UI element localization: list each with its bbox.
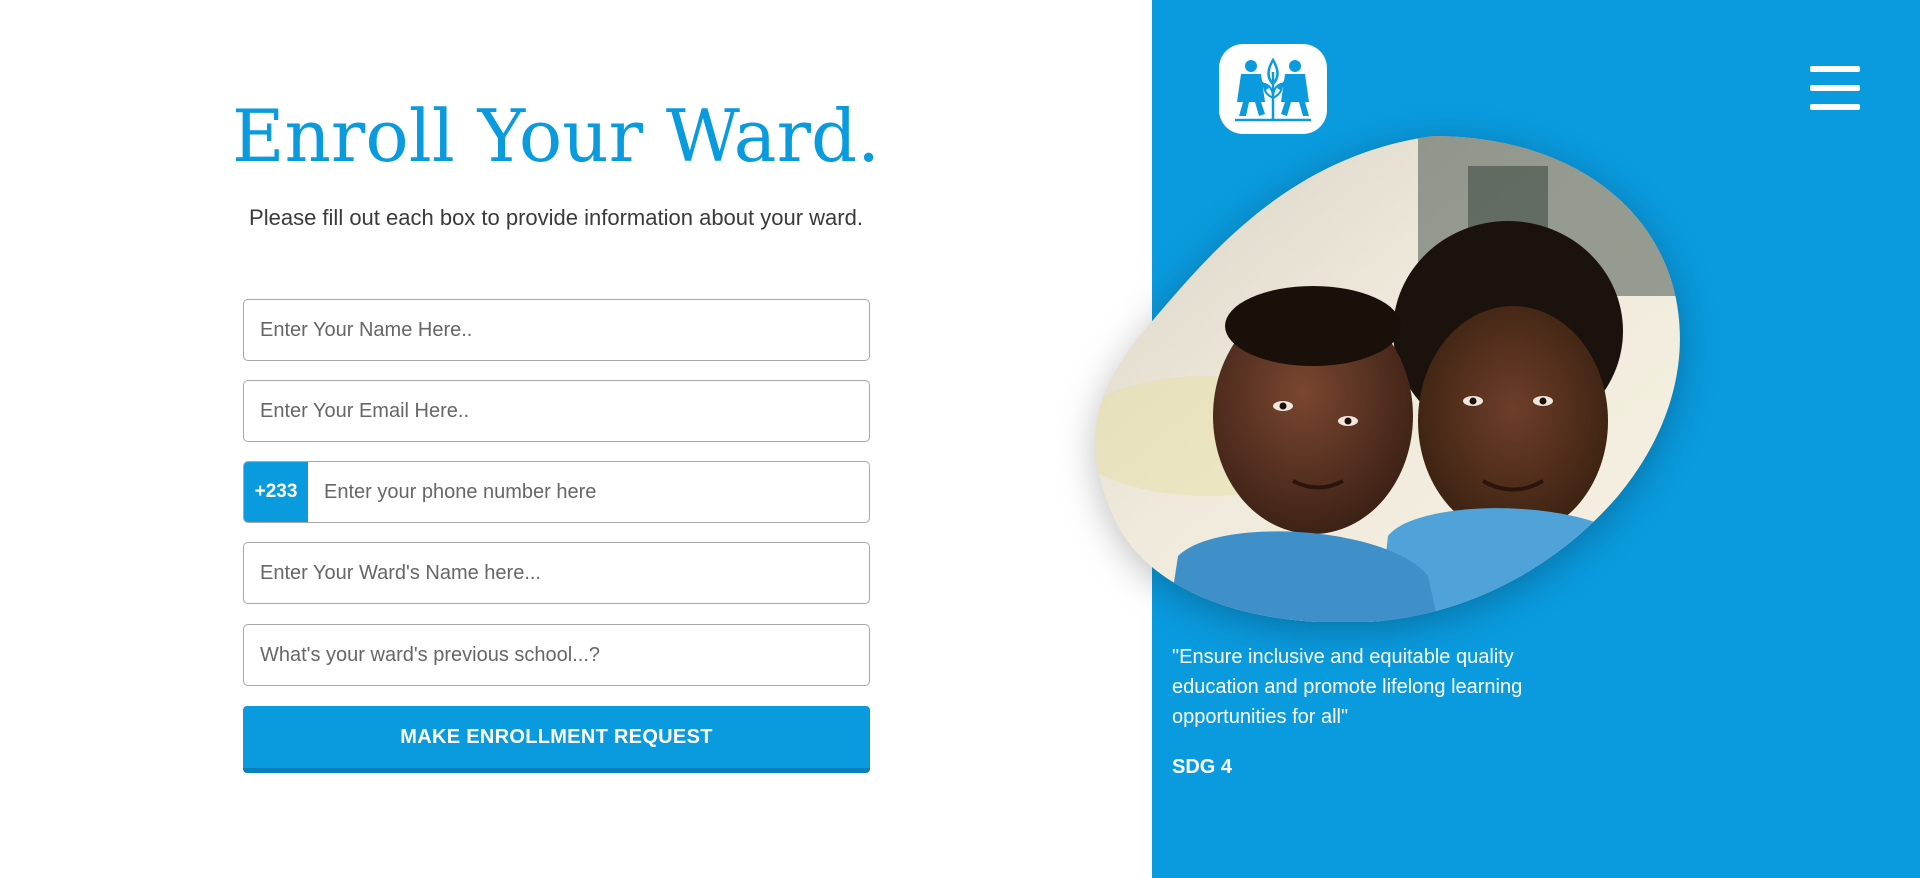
- email-field[interactable]: [243, 380, 870, 442]
- enrollment-form-section: Enroll Your Ward. Please fill out each b…: [0, 0, 1152, 878]
- phone-field[interactable]: +233: [243, 461, 870, 523]
- children-photo: [1095, 136, 1680, 622]
- ward-name-field[interactable]: [243, 542, 870, 604]
- page-title: Enroll Your Ward.: [232, 94, 880, 178]
- ward-name-input[interactable]: [244, 543, 869, 603]
- make-enrollment-request-button[interactable]: MAKE ENROLLMENT REQUEST: [243, 706, 870, 773]
- enrollment-page: Enroll Your Ward. Please fill out each b…: [0, 0, 1920, 878]
- page-subtitle: Please fill out each box to provide info…: [249, 205, 863, 230]
- logo-icon: [1235, 57, 1311, 122]
- name-field[interactable]: [243, 299, 870, 361]
- menu-bar: [1810, 85, 1860, 91]
- email-input[interactable]: [244, 381, 869, 441]
- hamburger-menu-icon[interactable]: [1810, 66, 1860, 110]
- sdg-attribution: SDG 4: [1172, 756, 1233, 778]
- sdg-quote: "Ensure inclusive and equitable quality …: [1172, 646, 1523, 728]
- name-input[interactable]: [244, 300, 869, 360]
- children-holding-plant-logo[interactable]: [1219, 44, 1327, 134]
- menu-bar: [1810, 104, 1860, 110]
- country-code-prefix: +233: [244, 462, 308, 522]
- phone-input[interactable]: [308, 462, 869, 522]
- previous-school-field[interactable]: [243, 624, 870, 686]
- menu-bar: [1810, 66, 1860, 72]
- previous-school-input[interactable]: [244, 625, 869, 685]
